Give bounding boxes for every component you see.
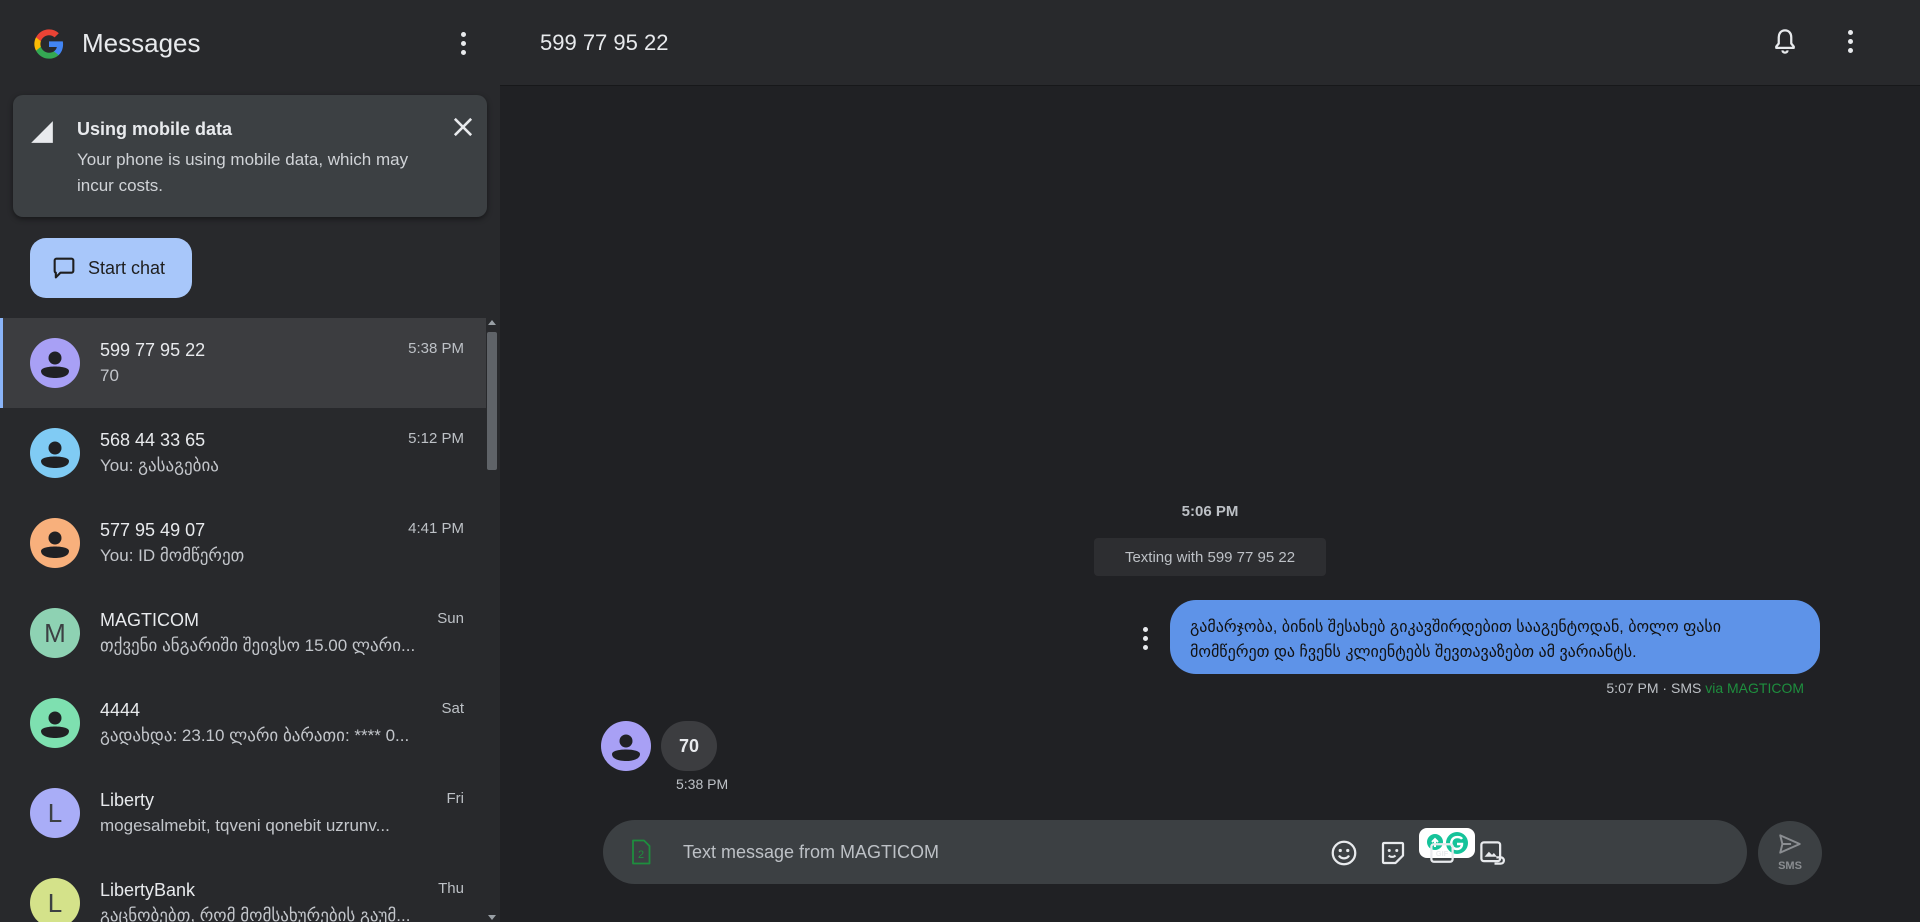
conversation-item[interactable]: 4444 გადახდა: 23.10 ლარი ბარათი: **** 0.… bbox=[0, 678, 486, 768]
notification-bell-icon[interactable] bbox=[1770, 26, 1800, 56]
avatar: L bbox=[30, 878, 80, 922]
signal-icon bbox=[31, 121, 53, 143]
person-icon bbox=[41, 531, 69, 558]
conversation-name: LibertyBank bbox=[100, 880, 196, 900]
avatar-letter: L bbox=[47, 887, 63, 918]
person-icon bbox=[612, 734, 640, 761]
scroll-up-icon[interactable] bbox=[488, 320, 496, 325]
conversation-snippet: გადახდა: 23.10 ლარი ბარათი: **** 0... bbox=[100, 726, 410, 745]
sidebar-header: Messages bbox=[0, 0, 500, 86]
meta-separator: · bbox=[1662, 680, 1668, 696]
sidebar-scrollbar[interactable] bbox=[487, 318, 497, 922]
attach-media-icon[interactable] bbox=[1477, 838, 1507, 868]
chat-bubble-icon bbox=[53, 257, 75, 279]
scrollbar-thumb[interactable] bbox=[487, 332, 497, 470]
avatar bbox=[30, 338, 80, 388]
more-options-icon[interactable] bbox=[451, 28, 475, 58]
conversation-snippet: mogesalmebit, tqveni qonebit uzrunv... bbox=[100, 816, 390, 835]
outgoing-message-meta: 5:07 PM · SMS via MAGTICOM bbox=[1606, 680, 1804, 696]
conversation-title: 599 77 95 22 bbox=[540, 30, 669, 55]
message-input[interactable] bbox=[683, 832, 1263, 872]
send-sms-button[interactable]: SMS bbox=[1758, 821, 1822, 885]
person-icon bbox=[41, 351, 69, 378]
mobile-data-banner: Using mobile data Your phone is using mo… bbox=[13, 95, 487, 217]
avatar bbox=[30, 428, 80, 478]
google-logo-icon bbox=[34, 29, 64, 59]
banner-body: Your phone is using mobile data, which m… bbox=[77, 150, 409, 195]
outgoing-message-type: SMS bbox=[1670, 680, 1702, 696]
conversation-item[interactable]: 599 77 95 22 70 5:38 PM bbox=[0, 318, 486, 408]
conversation-item[interactable]: 577 95 49 07 You: ID მომწერეთ 4:41 PM bbox=[0, 498, 486, 588]
gif-icon[interactable]: GIF bbox=[1427, 838, 1457, 868]
svg-text:GIF: GIF bbox=[1436, 849, 1449, 858]
avatar: M bbox=[30, 608, 80, 658]
app-title: Messages bbox=[82, 28, 201, 58]
incoming-message-bubble[interactable]: 70 bbox=[661, 721, 717, 771]
start-chat-label: Start chat bbox=[88, 257, 166, 278]
conversation-time: Sat bbox=[441, 700, 464, 717]
conversation-item[interactable]: L Liberty mogesalmebit, tqveni qonebit u… bbox=[0, 768, 486, 858]
conversation-header: 599 77 95 22 bbox=[500, 0, 1920, 86]
incoming-message-time: 5:38 PM bbox=[676, 776, 729, 792]
conversation-list: 599 77 95 22 70 5:38 PM 568 44 33 65 You… bbox=[0, 318, 486, 922]
sender-avatar bbox=[601, 721, 651, 771]
start-chat-button[interactable]: Start chat bbox=[30, 238, 192, 298]
conversation-name: 577 95 49 07 bbox=[100, 520, 206, 540]
conversation-name: 568 44 33 65 bbox=[100, 430, 206, 450]
conversation-time: Thu bbox=[438, 880, 464, 897]
conversation-time: Sun bbox=[437, 610, 464, 627]
avatar: L bbox=[30, 788, 80, 838]
conversation-item[interactable]: M MAGTICOM თქვენი ანგარიში შეივსო 15.00 … bbox=[0, 588, 486, 678]
outgoing-message-time: 5:07 PM bbox=[1606, 680, 1659, 696]
texting-with-label: Texting with 599 77 95 22 bbox=[1094, 538, 1326, 576]
person-icon bbox=[41, 711, 69, 738]
avatar-letter: L bbox=[47, 797, 63, 828]
conversation-name: 599 77 95 22 bbox=[100, 340, 206, 360]
conversation-pane: 599 77 95 22 5:06 PM Texting with 599 77… bbox=[500, 0, 1920, 922]
close-icon[interactable] bbox=[449, 113, 477, 141]
sticker-icon[interactable] bbox=[1378, 838, 1408, 868]
conversation-name: Liberty bbox=[100, 790, 155, 810]
conversation-name: 4444 bbox=[100, 700, 141, 720]
sidebar: Messages Using mobile data Your phone is… bbox=[0, 0, 500, 922]
conversation-snippet: 70 bbox=[100, 366, 119, 385]
conversation-name: MAGTICOM bbox=[100, 610, 199, 630]
outgoing-message-bubble[interactable]: გამარჯობა, ბინის შესახებ გიკავშირდებით ს… bbox=[1170, 600, 1820, 674]
conversation-snippet: You: გასაგებია bbox=[100, 456, 219, 475]
conversation-time: 5:12 PM bbox=[408, 430, 464, 447]
avatar-letter: M bbox=[44, 617, 66, 648]
sim-number: 2 bbox=[638, 849, 644, 861]
conversation-item[interactable]: L LibertyBank გაცნობებთ, რომ მომსახურები… bbox=[0, 858, 486, 922]
conversation-time: 4:41 PM bbox=[408, 520, 464, 537]
avatar bbox=[30, 518, 80, 568]
avatar bbox=[30, 698, 80, 748]
send-icon bbox=[1779, 834, 1801, 854]
conversation-item[interactable]: 568 44 33 65 You: გასაგებია 5:12 PM bbox=[0, 408, 486, 498]
emoji-icon[interactable] bbox=[1329, 838, 1359, 868]
conversation-time: Fri bbox=[446, 790, 465, 807]
conversation-snippet: გაცნობებთ, რომ მომსახურების გაუმ... bbox=[100, 906, 411, 922]
conversation-snippet: თქვენი ანგარიში შეივსო 15.00 ლარი... bbox=[100, 636, 416, 655]
outgoing-message-via: via MAGTICOM bbox=[1705, 680, 1804, 696]
conversation-options-icon[interactable] bbox=[1838, 26, 1862, 56]
person-icon bbox=[41, 441, 69, 468]
conversation-snippet: You: ID მომწერეთ bbox=[100, 546, 245, 565]
send-sms-label: SMS bbox=[1778, 860, 1802, 872]
conversation-time: 5:38 PM bbox=[408, 340, 464, 357]
timestamp-divider: 5:06 PM bbox=[1181, 503, 1239, 520]
message-options-icon[interactable] bbox=[1133, 623, 1157, 653]
banner-title: Using mobile data bbox=[77, 119, 233, 139]
sim-card-icon[interactable]: 2 bbox=[631, 839, 651, 865]
message-composer: 2 GIF bbox=[603, 820, 1747, 884]
scroll-down-icon[interactable] bbox=[488, 915, 496, 920]
